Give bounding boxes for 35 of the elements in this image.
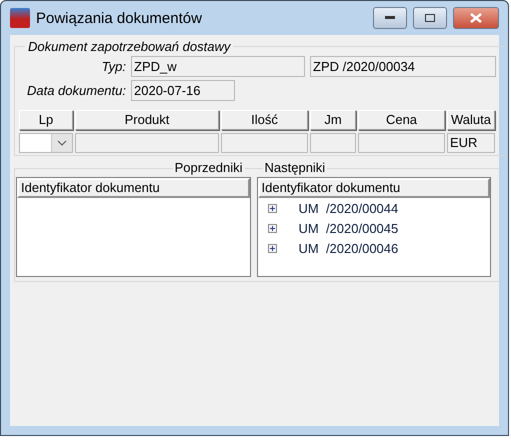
- number-field[interactable]: ZPD /2020/00034: [310, 56, 496, 77]
- column-header[interactable]: Ilość: [221, 110, 308, 130]
- column-header[interactable]: Waluta: [447, 110, 495, 130]
- grid-cell: [310, 133, 356, 153]
- close-icon: [470, 13, 482, 23]
- column-header[interactable]: Identyfikator dokumentu: [17, 178, 250, 198]
- type-field[interactable]: ZPD_w: [131, 56, 305, 77]
- tree-item[interactable]: UM /2020/00045: [298, 220, 398, 236]
- expand-icon[interactable]: [268, 204, 276, 212]
- expand-icon[interactable]: [268, 224, 276, 232]
- close-button[interactable]: [453, 7, 499, 29]
- expand-icon[interactable]: [268, 244, 276, 252]
- column-header[interactable]: Cena: [358, 110, 445, 130]
- column-header[interactable]: Lp: [19, 110, 73, 130]
- type-label: Typ:: [100, 59, 126, 74]
- chevron-down-icon: [57, 140, 67, 146]
- minimize-button[interactable]: [373, 7, 407, 29]
- group-title: Dokument zapotrzebowań dostawy: [27, 39, 232, 54]
- window-title: Powiązania dokumentów: [36, 10, 203, 26]
- app-icon: [10, 8, 30, 28]
- successors-tree[interactable]: Identyfikator dokumentu UM /2020/00044 UM /2020/00045 UM /2020/00046: [256, 177, 491, 277]
- date-field[interactable]: 2020-07-16: [131, 80, 235, 101]
- date-label: Data dokumentu:: [26, 83, 126, 98]
- tree-item[interactable]: UM /2020/00046: [298, 240, 398, 256]
- grid-cell: EUR: [447, 133, 495, 153]
- maximize-icon: [425, 14, 435, 22]
- tree-item[interactable]: UM /2020/00044: [298, 200, 398, 216]
- panel-title: Poprzedniki: [172, 160, 244, 175]
- minimize-icon: [385, 16, 395, 20]
- panel-title: Następniki: [262, 160, 328, 175]
- maximize-button[interactable]: [413, 7, 447, 29]
- column-header[interactable]: Jm: [310, 110, 356, 130]
- column-header[interactable]: Produkt: [75, 110, 219, 130]
- column-header[interactable]: Identyfikator dokumentu: [258, 178, 490, 198]
- predecessors-list[interactable]: Identyfikator dokumentu: [16, 177, 250, 277]
